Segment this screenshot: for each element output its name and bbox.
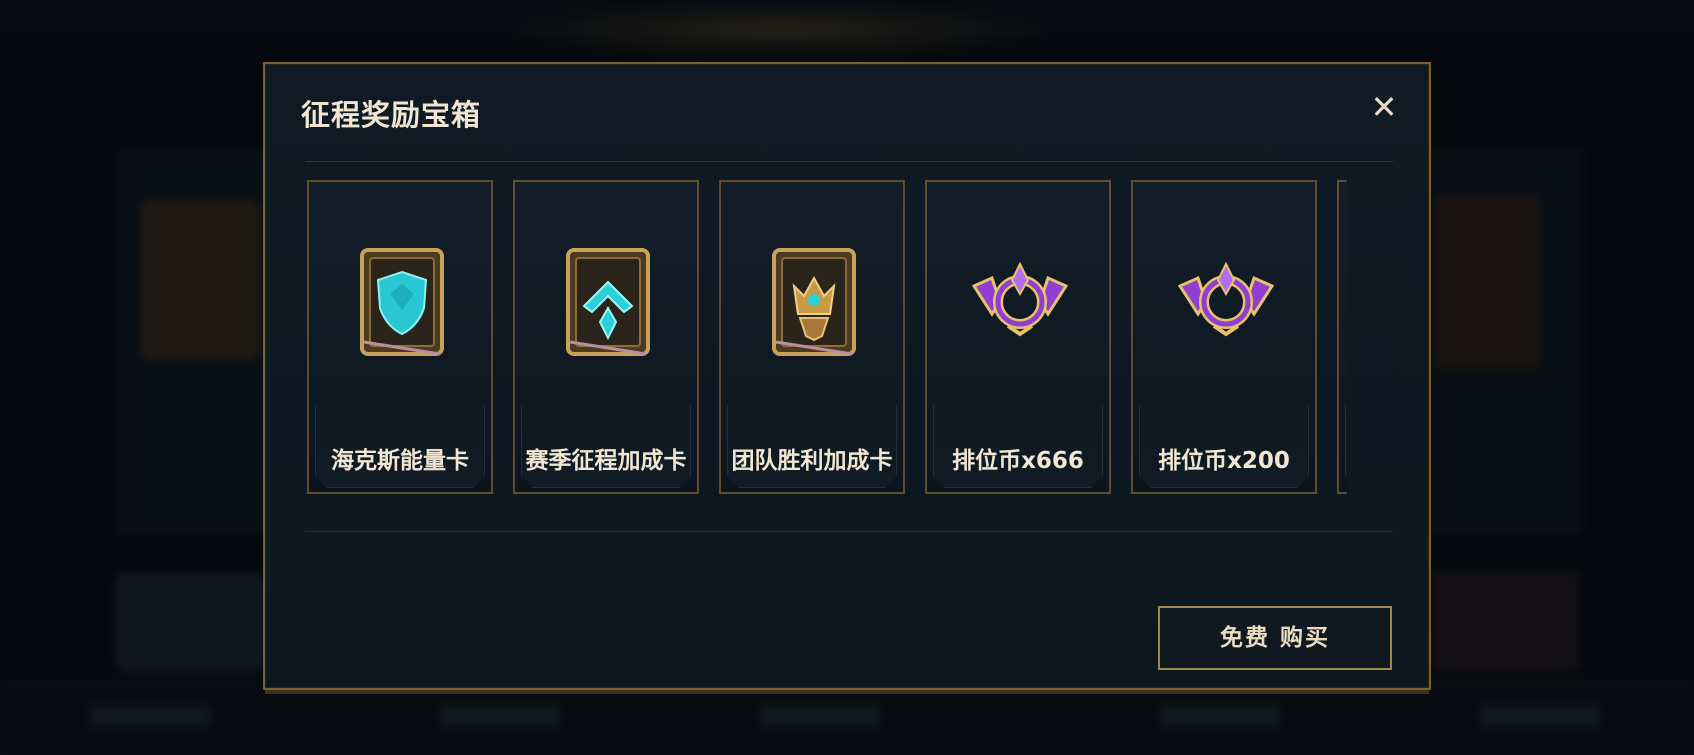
chevron-card-icon <box>566 248 650 356</box>
free-buy-button[interactable]: 免费 购买 <box>1158 606 1392 670</box>
reward-chest-dialog: 征程奖励宝箱 ✕ 海克斯能量卡 赛季征程加成卡 团队胜利加成卡 排位币x666 … <box>263 62 1431 690</box>
reward-item[interactable]: 海克斯能量卡 <box>307 180 493 494</box>
reward-item[interactable]: 排位币x666 <box>925 180 1111 494</box>
content-divider <box>305 531 1393 532</box>
reward-label: 海克斯能量卡 <box>331 448 469 474</box>
title-divider <box>305 161 1393 162</box>
reward-label: 排位币x200 <box>1158 448 1290 474</box>
reward-list[interactable]: 海克斯能量卡 赛季征程加成卡 团队胜利加成卡 排位币x666 排位币x200 <box>307 180 1347 496</box>
ranked-coin-emblem-icon <box>1177 261 1275 337</box>
ranked-coin-emblem-icon <box>971 261 1069 337</box>
reward-item[interactable]: 赛季征程加成卡 <box>513 180 699 494</box>
reward-label: 赛季征程加成卡 <box>525 448 687 474</box>
reward-item[interactable]: 团队胜利加成卡 <box>719 180 905 494</box>
reward-label: 团队胜利加成卡 <box>731 448 893 474</box>
crown-card-icon <box>772 248 856 356</box>
close-icon[interactable]: ✕ <box>1369 91 1399 123</box>
shield-card-icon <box>360 248 444 356</box>
reward-item[interactable]: 排 <box>1337 180 1347 494</box>
ranked-coin-emblem-icon <box>1279 242 1347 362</box>
dialog-title: 征程奖励宝箱 <box>301 98 482 132</box>
reward-label: 排位币x666 <box>952 448 1084 474</box>
